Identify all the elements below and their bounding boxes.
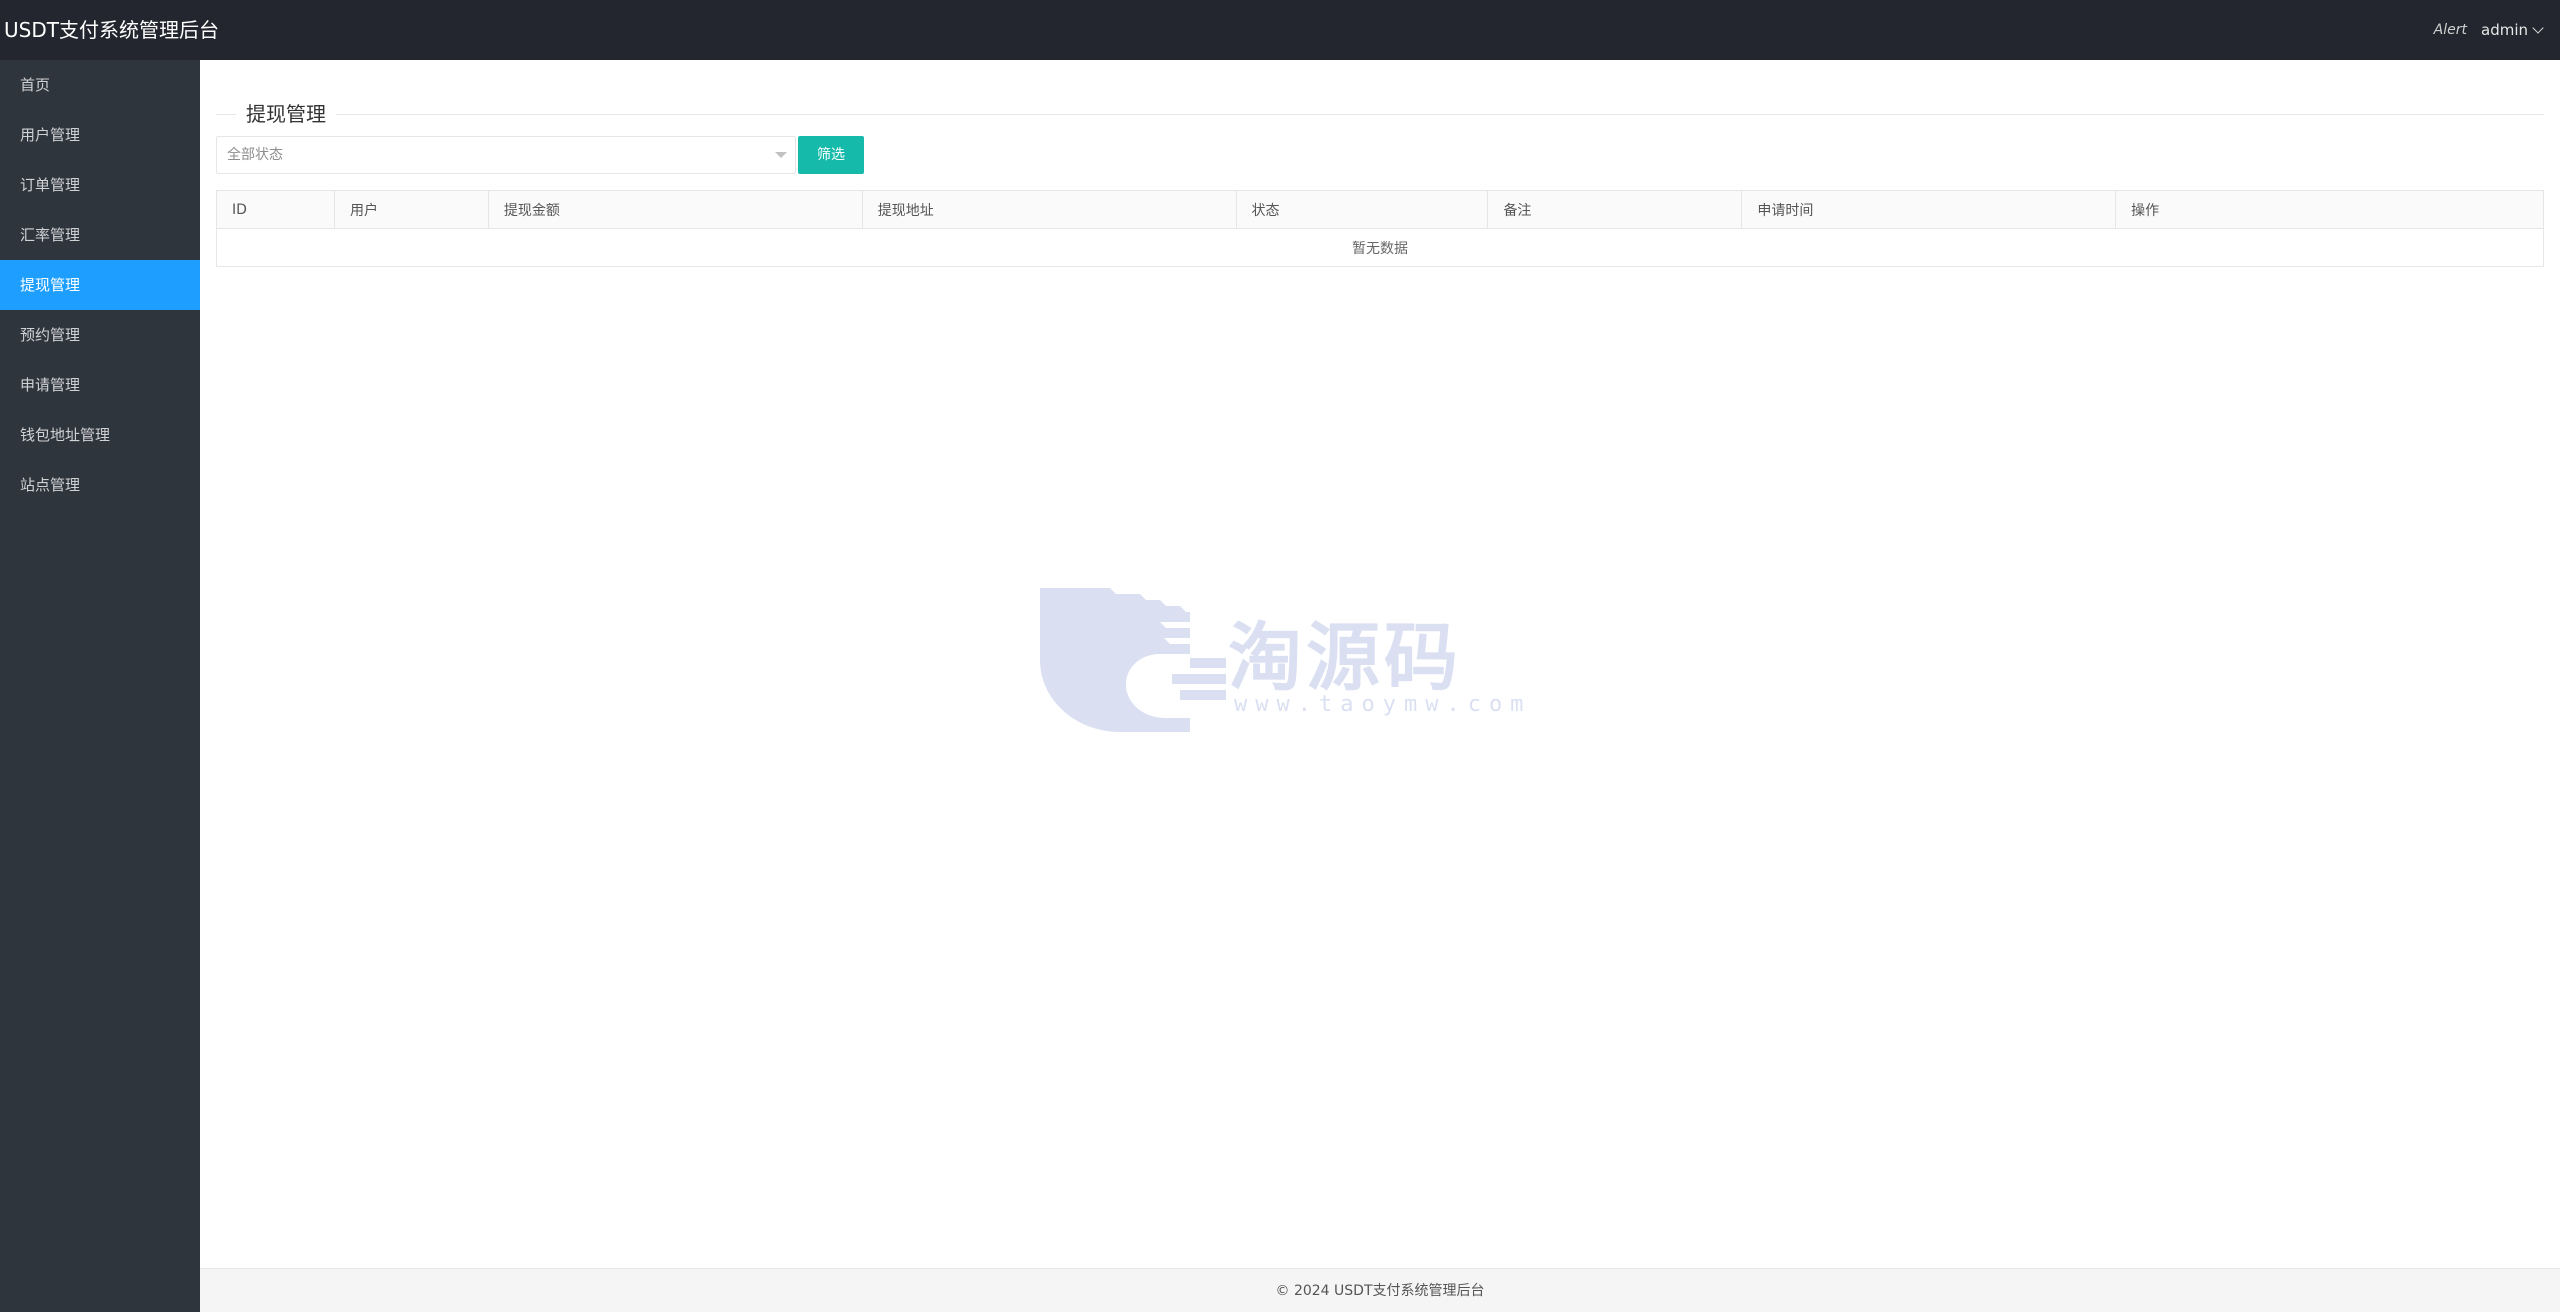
footer: © 2024 USDT支付系统管理后台 [200, 1268, 2560, 1312]
notice-link[interactable]: Alert [2434, 22, 2467, 38]
header-right: Alert admin [2434, 0, 2544, 60]
watermark-logo-icon [1040, 588, 1226, 732]
column-header-id: ID [216, 190, 335, 229]
top-header: USDT支付系统管理后台 Alert admin [0, 0, 2560, 60]
column-header-address: 提现地址 [862, 190, 1237, 229]
status-filter-select[interactable]: 全部状态 [216, 136, 796, 174]
column-header-status: 状态 [1236, 190, 1489, 229]
empty-state-text: 暂无数据 [1352, 240, 1408, 257]
filter-button[interactable]: 筛选 [798, 136, 864, 174]
watermark-text: 淘源码 [1228, 615, 1462, 701]
sidebar-item-reservations[interactable]: 预约管理 [0, 310, 200, 360]
withdrawals-table: ID 用户 提现金额 提现地址 状态 备注 申请时间 操作 暂无数据 [216, 190, 2544, 267]
column-header-user: 用户 [334, 190, 489, 229]
column-header-actions: 操作 [2115, 190, 2544, 229]
watermark: 淘源码 www.taoymw.com [1040, 588, 1523, 738]
sidebar-nav: 首页 用户管理 订单管理 汇率管理 提现管理 预约管理 申请管理 钱包地址管理 … [0, 60, 200, 1312]
table-header-row: ID 用户 提现金额 提现地址 状态 备注 申请时间 操作 [216, 190, 2544, 229]
section-divider [216, 114, 2544, 115]
sidebar-item-wallet-addresses[interactable]: 钱包地址管理 [0, 410, 200, 460]
column-header-amount: 提现金额 [488, 190, 863, 229]
column-header-remark: 备注 [1487, 190, 1743, 229]
sidebar-item-site[interactable]: 站点管理 [0, 460, 200, 510]
watermark-url: www.taoymw.com [1234, 692, 1532, 717]
admin-username: admin [2481, 21, 2528, 39]
sidebar-item-home[interactable]: 首页 [0, 60, 200, 110]
table-empty-row: 暂无数据 [217, 229, 2544, 267]
status-filter-value: 全部状态 [227, 147, 283, 163]
section-header: 提现管理 [216, 94, 2544, 134]
admin-user-menu[interactable]: admin [2481, 21, 2544, 39]
dropdown-arrow-icon [775, 152, 787, 158]
sidebar-item-applications[interactable]: 申请管理 [0, 360, 200, 410]
sidebar-item-orders[interactable]: 订单管理 [0, 160, 200, 210]
column-header-apply-time: 申请时间 [1741, 190, 2117, 229]
sidebar-item-users[interactable]: 用户管理 [0, 110, 200, 160]
page-title: 提现管理 [236, 94, 336, 134]
sidebar-item-withdrawals[interactable]: 提现管理 [0, 260, 200, 310]
app-title: USDT支付系统管理后台 [4, 18, 219, 42]
sidebar-item-exchange-rate[interactable]: 汇率管理 [0, 210, 200, 260]
chevron-down-icon [2532, 21, 2544, 34]
